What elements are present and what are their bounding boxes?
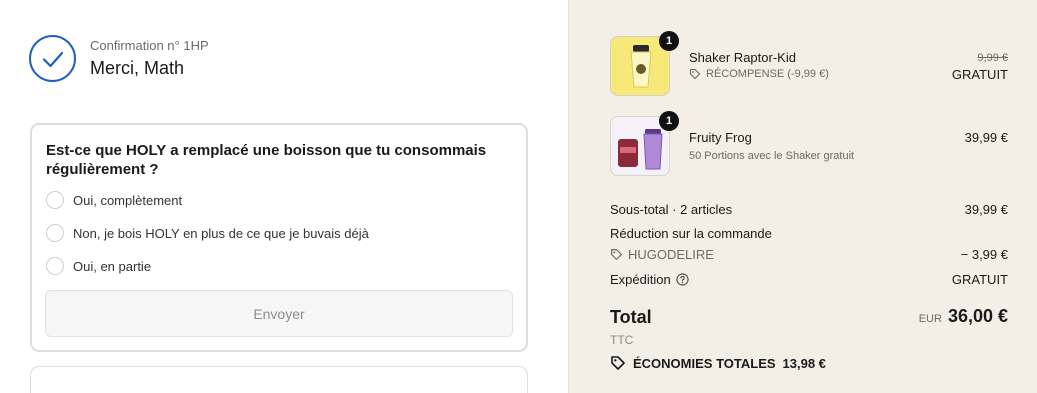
subtotal-value: 39,99 € <box>964 202 1008 217</box>
next-section-card <box>30 366 528 393</box>
check-circle-icon <box>29 35 76 82</box>
survey-card: Est-ce que HOLY a remplacé une boisson q… <box>30 123 528 352</box>
shipping-value: GRATUIT <box>951 272 1008 287</box>
item-subtitle-text: 50 Portions avec le Shaker gratuit <box>689 150 855 162</box>
radio-button[interactable] <box>46 224 64 242</box>
item-subtitle: RÉCOMPENSE (-9,99 €) <box>706 68 829 80</box>
survey-option-label: Oui, en partie <box>73 258 152 274</box>
discount-label: Réduction sur la commande <box>610 226 772 241</box>
quantity-badge: 1 <box>659 111 679 131</box>
shipping-row: Expédition <box>610 272 689 287</box>
radio-button[interactable] <box>46 257 64 275</box>
tag-icon <box>611 356 625 370</box>
tag-icon <box>611 249 622 260</box>
help-icon[interactable] <box>676 273 689 286</box>
page-title: Merci, Math <box>90 58 185 78</box>
item-name: Fruity Frog <box>689 130 752 145</box>
submit-button[interactable]: Envoyer <box>45 290 513 337</box>
discount-code-row: HUGODELIRE <box>610 247 714 262</box>
confirmation-number: Confirmation n° 1HP <box>90 38 209 53</box>
total-value-group: EUR 36,00 € <box>919 306 1008 327</box>
quantity-badge: 1 <box>659 31 679 51</box>
total-amount: 36,00 € <box>947 306 1008 326</box>
tax-note: TTC <box>610 333 634 347</box>
item-subtitle: 50 Portions avec le Shaker gratuit <box>689 150 854 162</box>
tag-icon <box>689 68 701 80</box>
savings-value: 13,98 € <box>782 355 826 371</box>
survey-option-complete[interactable]: Oui, complètement <box>46 191 182 209</box>
survey-option-in-addition[interactable]: Non, je bois HOLY en plus de ce que je b… <box>46 224 369 242</box>
survey-option-partially[interactable]: Oui, en partie <box>46 257 151 275</box>
savings-label: ÉCONOMIES TOTALES <box>633 355 776 371</box>
survey-question: Est-ce que HOLY a remplacé une boisson q… <box>46 142 487 178</box>
discount-code: HUGODELIRE <box>628 247 714 262</box>
total-label: Total <box>610 307 652 327</box>
total-savings: ÉCONOMIES TOTALES 13,98 € <box>610 355 826 371</box>
item-reward: RÉCOMPENSE (-9,99 €) <box>689 68 829 80</box>
item-price: 39,99 € <box>964 130 1008 145</box>
item-price: GRATUIT <box>951 67 1008 82</box>
subtotal-label: Sous-total · 2 articles <box>610 202 733 217</box>
total-currency: EUR <box>918 313 942 325</box>
discount-value: − 3,99 € <box>960 247 1008 262</box>
item-original-price: 9,99 € <box>977 52 1008 64</box>
radio-button[interactable] <box>46 191 64 209</box>
order-summary: 1 Shaker Raptor-Kid RÉCOMPENSE (-9,99 €)… <box>568 0 1037 393</box>
shipping-label: Expédition <box>610 272 671 287</box>
survey-option-label: Oui, complètement <box>73 192 183 208</box>
survey-option-label: Non, je bois HOLY en plus de ce que je b… <box>73 225 369 241</box>
item-name: Shaker Raptor-Kid <box>689 50 796 65</box>
main-column: Confirmation n° 1HP Merci, Math Est-ce q… <box>0 0 568 393</box>
